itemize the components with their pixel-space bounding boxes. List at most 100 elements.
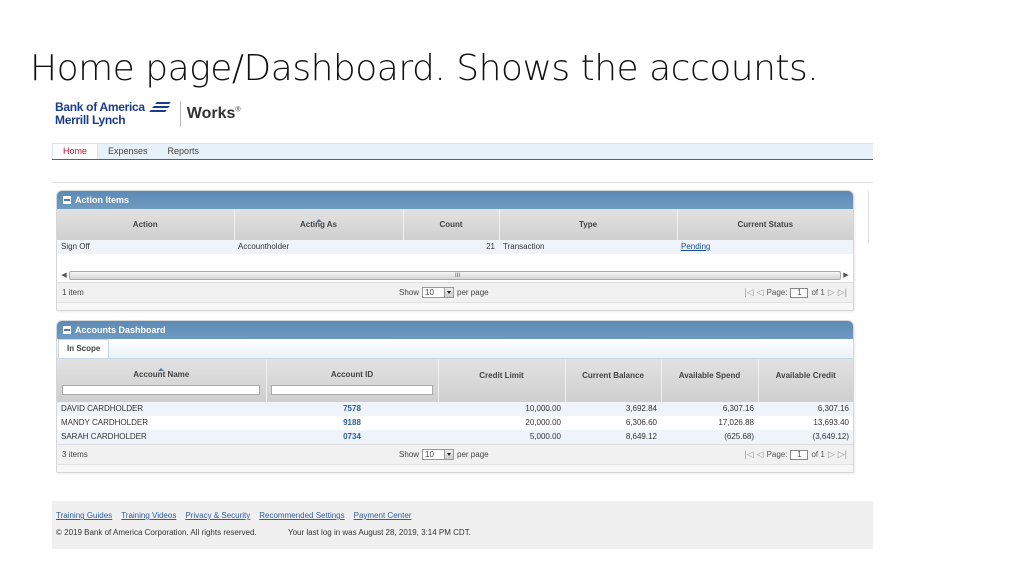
cell-current-balance: 8,649.12 <box>565 430 661 444</box>
table-row[interactable]: MANDY CARDHOLDER 9188 20,000.00 6,306.60… <box>57 416 853 430</box>
cell-current-balance: 3,692.84 <box>565 402 661 416</box>
cell-account-name: MANDY CARDHOLDER <box>57 416 266 430</box>
page-input[interactable]: 1 <box>790 287 809 298</box>
product-name: Works® <box>186 105 241 122</box>
col-available-spend[interactable]: Available Spend <box>661 359 759 402</box>
prev-page-icon[interactable]: ◁ <box>757 287 764 298</box>
first-page-icon[interactable]: |◁ <box>744 449 753 460</box>
item-count: 1 item <box>62 288 84 297</box>
col-count[interactable]: Count <box>403 209 500 240</box>
cell-account-name: DAVID CARDHOLDER <box>57 402 266 416</box>
col-current-status[interactable]: Current Status <box>677 209 853 240</box>
accounts-pager: 3 items Show 10 per page |◁ ◁ Page: 1 of… <box>57 444 853 464</box>
divider <box>52 182 873 183</box>
action-items-pager: 1 item Show 10 per page |◁ ◁ Page: 1 of … <box>57 282 853 302</box>
panel-title: Action Items <box>75 195 130 205</box>
logo-divider <box>179 101 181 127</box>
first-page-icon[interactable]: |◁ <box>744 287 753 298</box>
link-training-videos[interactable]: Training Videos <box>121 511 176 520</box>
link-privacy-security[interactable]: Privacy & Security <box>185 511 250 520</box>
cell-credit-limit: 5,000.00 <box>438 430 565 444</box>
footer-links: Training Guides Training Videos Privacy … <box>56 511 411 520</box>
col-action[interactable]: Action <box>57 209 235 240</box>
scroll-thumb[interactable]: III <box>69 270 841 280</box>
brand-logo[interactable]: Bank of America Merrill Lynch Works® <box>55 101 241 127</box>
page-label: Page: <box>766 450 788 459</box>
action-items-panel: Action Items Action Acting As Count Type… <box>56 190 854 311</box>
account-name-filter[interactable] <box>62 385 261 395</box>
panel-title: Accounts Dashboard <box>75 325 166 335</box>
next-page-icon[interactable]: ▷ <box>828 287 835 298</box>
tab-in-scope[interactable]: In Scope <box>58 339 110 358</box>
sort-asc-icon <box>158 368 165 371</box>
col-account-id[interactable]: Account ID <box>266 359 439 402</box>
brand-name: Bank of America Merrill Lynch <box>55 101 145 127</box>
status-pending-link[interactable]: Pending <box>681 242 710 251</box>
per-page-select[interactable]: 10 <box>422 287 455 298</box>
item-count: 3 items <box>62 450 88 459</box>
last-page-icon[interactable]: ▷| <box>838 449 847 460</box>
per-page-select[interactable]: 10 <box>422 449 455 460</box>
show-label: Show <box>399 288 420 297</box>
cell-action: Sign Off <box>57 240 234 254</box>
col-available-credit[interactable]: Available Credit <box>758 359 853 402</box>
per-page-label: per page <box>457 288 489 297</box>
table-row[interactable]: SARAH CARDHOLDER 0734 5,000.00 8,649.12 … <box>57 430 853 444</box>
collapse-icon[interactable] <box>63 196 71 204</box>
col-type[interactable]: Type <box>499 209 678 240</box>
panel-footer <box>57 302 853 310</box>
cell-available-spend: 6,307.16 <box>661 402 758 416</box>
account-id-link[interactable]: 0734 <box>266 430 438 444</box>
main-nav: Home Expenses Reports <box>52 143 873 160</box>
cell-acting-as: Accountholder <box>234 240 403 254</box>
account-id-link[interactable]: 7578 <box>266 402 438 416</box>
account-id-filter[interactable] <box>270 385 434 395</box>
per-page-label: per page <box>457 450 489 459</box>
page-label: Page: <box>766 288 788 297</box>
flag-icon <box>148 102 174 116</box>
sort-asc-icon <box>315 219 322 222</box>
page-total: of 1 <box>811 288 825 297</box>
brand-line2: Merrill Lynch <box>55 113 126 127</box>
last-page-icon[interactable]: ▷| <box>838 287 847 298</box>
link-payment-center[interactable]: Payment Center <box>354 511 412 520</box>
next-page-icon[interactable]: ▷ <box>828 449 835 460</box>
accounts-dashboard-header: Accounts Dashboard <box>57 321 853 339</box>
cell-credit-limit: 10,000.00 <box>438 402 565 416</box>
nav-reports[interactable]: Reports <box>158 144 210 159</box>
page-input[interactable]: 1 <box>790 449 809 460</box>
table-row[interactable]: DAVID CARDHOLDER 7578 10,000.00 3,692.84… <box>57 402 853 416</box>
col-acting-as[interactable]: Acting As <box>234 209 404 240</box>
cell-current-balance: 6,306.60 <box>565 416 661 430</box>
cell-available-credit: 13,693.40 <box>758 416 853 430</box>
scroll-left-icon[interactable]: ◀ <box>59 271 69 279</box>
horizontal-scrollbar[interactable]: ◀ III ▶ <box>57 268 853 282</box>
action-items-table: Action Acting As Count Type Current Stat… <box>57 209 853 268</box>
col-credit-limit[interactable]: Credit Limit <box>438 359 566 402</box>
page-total: of 1 <box>811 450 825 459</box>
cell-available-credit: (3,649.12) <box>758 430 853 444</box>
cell-available-spend: (625.68) <box>661 430 758 444</box>
dropdown-arrow-icon[interactable] <box>444 288 454 297</box>
show-label: Show <box>399 450 420 459</box>
dropdown-arrow-icon[interactable] <box>444 450 454 459</box>
last-login: Your last log in was August 28, 2019, 3:… <box>288 528 471 537</box>
cell-credit-limit: 20,000.00 <box>438 416 565 430</box>
link-training-guides[interactable]: Training Guides <box>56 511 112 520</box>
cell-available-credit: 6,307.16 <box>758 402 853 416</box>
action-items-header: Action Items <box>57 191 853 209</box>
grip-icon: III <box>455 272 461 279</box>
collapse-icon[interactable] <box>63 326 71 334</box>
prev-page-icon[interactable]: ◁ <box>757 449 764 460</box>
col-current-balance[interactable]: Current Balance <box>565 359 662 402</box>
page-footer: Training Guides Training Videos Privacy … <box>52 501 873 549</box>
table-row[interactable]: Sign Off Accountholder 21 Transaction Pe… <box>57 240 853 254</box>
scroll-right-icon[interactable]: ▶ <box>841 271 851 279</box>
cell-account-name: SARAH CARDHOLDER <box>57 430 266 444</box>
cell-count: 21 <box>403 240 499 254</box>
account-id-link[interactable]: 9188 <box>266 416 438 430</box>
nav-home[interactable]: Home <box>52 144 99 159</box>
link-recommended-settings[interactable]: Recommended Settings <box>259 511 344 520</box>
nav-expenses[interactable]: Expenses <box>98 144 158 159</box>
col-account-name[interactable]: Account Name <box>57 359 267 402</box>
